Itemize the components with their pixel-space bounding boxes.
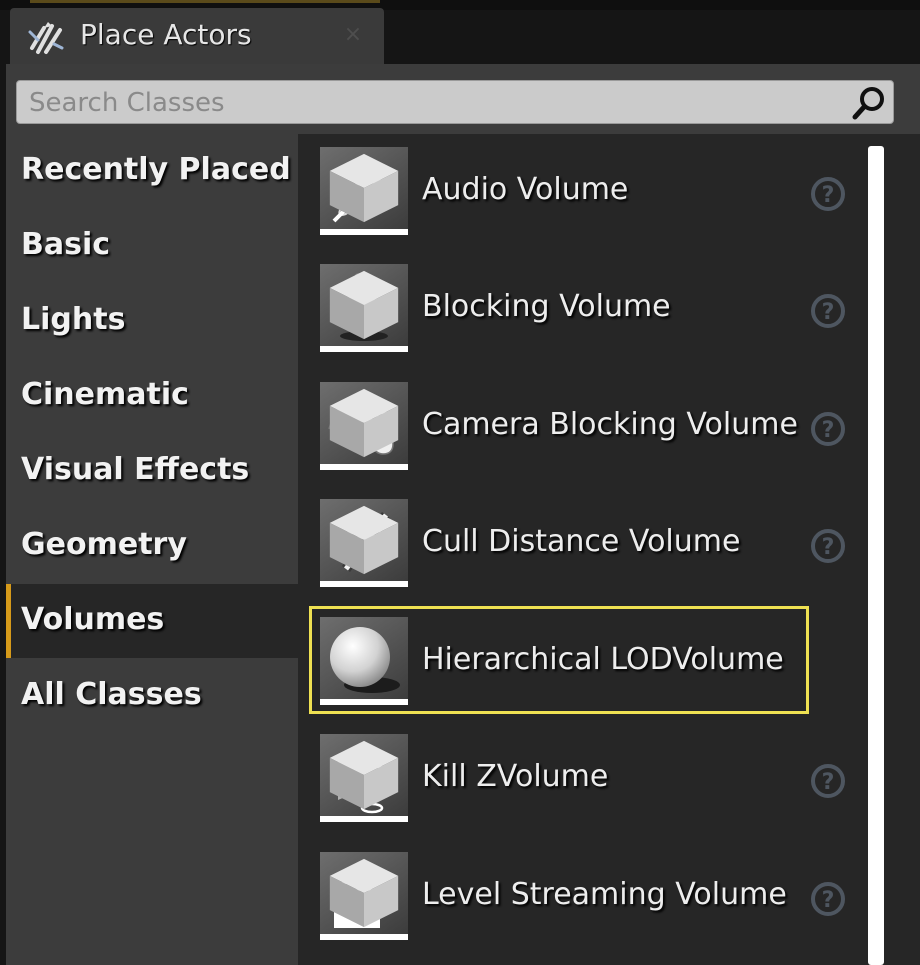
blocking-volume-thumbnail — [320, 264, 408, 352]
actor-list: Audio Volume ? Blocking Volume ? Camera … — [298, 134, 920, 965]
category-lights[interactable]: Lights — [6, 284, 298, 358]
item-label: Audio Volume — [422, 172, 629, 207]
category-volumes[interactable]: Volumes — [6, 584, 298, 658]
help-icon[interactable]: ? — [810, 411, 846, 447]
help-icon[interactable]: ? — [810, 763, 846, 799]
sphere-icon — [330, 627, 400, 693]
svg-text:?: ? — [822, 183, 835, 208]
item-label: Cull Distance Volume — [422, 524, 741, 559]
help-icon[interactable]: ? — [810, 293, 846, 329]
category-recently-placed[interactable]: Recently Placed — [6, 134, 298, 208]
search-box — [16, 80, 894, 125]
place-actors-icon — [28, 22, 64, 54]
tab-accent — [30, 0, 380, 3]
cube-badge-icon — [329, 858, 399, 928]
list-item-audio-volume[interactable]: Audio Volume ? — [298, 134, 920, 244]
svg-text:?: ? — [822, 770, 835, 795]
svg-text:?: ? — [822, 300, 835, 325]
help-icon[interactable]: ? — [810, 528, 846, 564]
cube-badge-icon — [329, 740, 399, 810]
category-visual-effects[interactable]: Visual Effects — [6, 434, 298, 508]
scrollbar[interactable] — [868, 146, 884, 965]
item-label: Hierarchical LODVolume — [422, 642, 784, 677]
list-item-kill-z-volume[interactable]: Kill ZVolume ? — [298, 721, 920, 831]
category-cinematic[interactable]: Cinematic — [6, 359, 298, 433]
svg-text:?: ? — [822, 535, 835, 560]
svg-text:?: ? — [822, 888, 835, 913]
item-label: Level Streaming Volume — [422, 877, 787, 912]
list-item-cull-distance-volume[interactable]: Cull Distance Volume ? — [298, 486, 920, 596]
help-icon[interactable]: ? — [810, 881, 846, 917]
category-all-classes[interactable]: All Classes — [6, 659, 298, 733]
list-item-level-streaming-volume[interactable]: Level Streaming Volume ? — [298, 839, 920, 949]
place-actors-panel: Recently Placed Basic Lights Cinematic V… — [6, 64, 920, 965]
list-item-camera-blocking-volume[interactable]: Camera Blocking Volume ? — [298, 369, 920, 479]
close-icon[interactable]: × — [342, 24, 364, 46]
list-item-hierarchical-lod-volume[interactable]: Hierarchical LODVolume — [298, 604, 920, 714]
item-label: Camera Blocking Volume — [422, 407, 798, 442]
item-label: Blocking Volume — [422, 289, 671, 324]
cube-badge-icon — [329, 505, 399, 575]
kill-z-volume-thumbnail — [320, 734, 408, 822]
item-label: Kill ZVolume — [422, 759, 609, 794]
cube-badge-icon — [329, 270, 399, 340]
audio-volume-thumbnail — [320, 147, 408, 235]
search-input[interactable] — [27, 81, 851, 125]
category-basic[interactable]: Basic — [6, 209, 298, 283]
search-icon[interactable] — [851, 85, 887, 121]
svg-text:?: ? — [822, 418, 835, 443]
cull-distance-volume-thumbnail — [320, 499, 408, 587]
category-list: Recently Placed Basic Lights Cinematic V… — [6, 134, 298, 965]
help-icon[interactable]: ? — [810, 176, 846, 212]
list-item-blocking-volume[interactable]: Blocking Volume ? — [298, 251, 920, 361]
tab-title: Place Actors — [80, 18, 252, 51]
level-streaming-volume-thumbnail — [320, 852, 408, 940]
place-actors-tab[interactable]: Place Actors × — [10, 8, 384, 64]
cube-badge-icon — [329, 388, 399, 458]
category-geometry[interactable]: Geometry — [6, 509, 298, 583]
cube-badge-icon — [329, 153, 399, 223]
hierarchical-lod-volume-thumbnail — [320, 617, 408, 705]
camera-blocking-volume-thumbnail — [320, 382, 408, 470]
